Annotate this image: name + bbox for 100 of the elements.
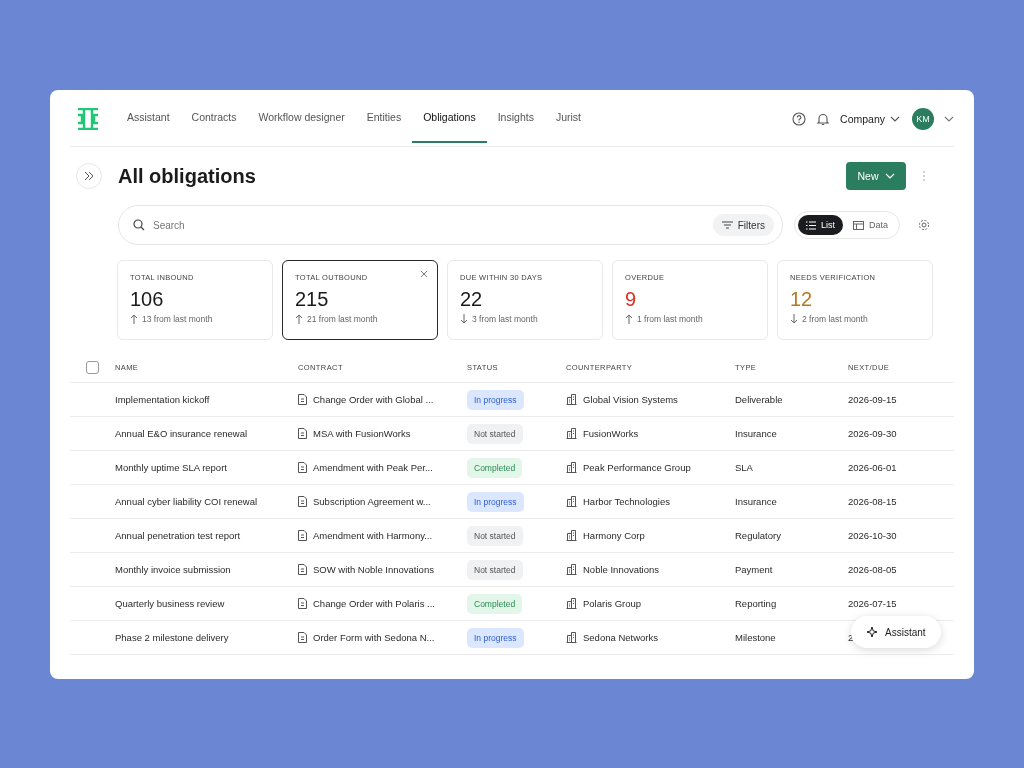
table-cell: MSA with FusionWorks — [313, 428, 411, 439]
new-button[interactable]: New — [846, 162, 906, 190]
chevron-down-icon — [890, 115, 900, 122]
table-cell: Harbor Technologies — [583, 496, 670, 507]
view-tab[interactable]: Data — [845, 215, 897, 235]
table-cell: Quarterly business review — [115, 598, 225, 609]
table-cell: 2026-09-15 — [848, 394, 897, 405]
table-cell: Polaris Group — [583, 598, 642, 609]
table-cell: FusionWorks — [583, 428, 639, 439]
table-cell: Phase 2 milestone delivery — [115, 632, 229, 643]
status-label: In progress — [467, 389, 524, 410]
stat-change: 1 from last month — [637, 314, 703, 324]
filters-button[interactable]: Filters — [712, 214, 774, 236]
table-cell: Sedona Networks — [583, 632, 658, 643]
table-cell: Amendment with Peak Per... — [313, 462, 433, 473]
document-icon — [298, 428, 307, 439]
building-icon — [566, 428, 577, 439]
table-cell: Annual penetration test report — [115, 530, 241, 541]
table-cell: Reporting — [735, 598, 777, 609]
table-cell: Monthly invoice submission — [115, 564, 231, 575]
nav-tab[interactable]: Insights — [486, 107, 545, 143]
table-cell: 2026-10-30 — [848, 530, 897, 541]
expand-sidebar-button[interactable] — [76, 163, 102, 189]
stat-value: 215 — [295, 288, 330, 311]
filter-icon — [721, 221, 733, 229]
table-cell: Amendment with Harmony... — [313, 530, 433, 541]
table-cell: 2026-09-30 — [848, 428, 897, 439]
table-cell: 2026-06-01 — [848, 462, 897, 473]
document-icon — [298, 496, 307, 507]
page-title: All obligations — [118, 164, 256, 188]
double-chevron-icon — [84, 171, 94, 181]
nav-tab[interactable]: Assistant — [116, 107, 181, 143]
nav-tab[interactable]: Jurist — [544, 107, 592, 143]
table-cell: Insurance — [735, 428, 777, 439]
chevron-down-icon[interactable] — [944, 115, 954, 122]
table-cell: Annual E&O insurance renewal — [115, 428, 248, 439]
nav-tab[interactable]: Workflow designer — [247, 107, 356, 143]
status-label: In progress — [467, 491, 524, 512]
stat-value: 9 — [625, 288, 638, 311]
stat-change: 13 from last month — [142, 314, 213, 324]
building-icon — [566, 598, 577, 609]
table-cell: Regulatory — [735, 530, 781, 541]
building-icon — [566, 632, 577, 643]
stat-value: 106 — [130, 288, 165, 311]
table-cell: 2026-08-05 — [848, 564, 897, 575]
sparkle-icon — [866, 626, 878, 638]
search-icon — [133, 219, 145, 231]
table-cell: Harmony Corp — [583, 530, 645, 541]
status-label: Completed — [467, 457, 523, 478]
table-cell: Peak Performance Group — [583, 462, 691, 473]
stat-value: 12 — [790, 288, 814, 311]
stat-value: 22 — [460, 288, 484, 311]
status-label: Not started — [467, 559, 523, 580]
table-cell: SLA — [735, 462, 753, 473]
bell-icon[interactable] — [816, 111, 831, 126]
document-icon — [298, 564, 307, 575]
chevron-down-icon — [884, 173, 895, 179]
building-icon — [566, 530, 577, 541]
status-label: In progress — [467, 627, 524, 648]
stat-change: 21 from last month — [307, 314, 378, 324]
document-icon — [298, 598, 307, 609]
document-icon — [298, 632, 307, 643]
building-icon — [566, 564, 577, 575]
status-label: Not started — [467, 423, 523, 444]
stat-change: 2 from last month — [802, 314, 868, 324]
building-icon — [566, 462, 577, 473]
building-icon — [566, 394, 577, 405]
list-icon — [806, 220, 816, 230]
view-tab[interactable]: List — [798, 215, 843, 235]
close-icon[interactable] — [420, 270, 428, 278]
table-cell: Noble Innovations — [583, 564, 660, 575]
user-avatar[interactable]: KM — [912, 107, 934, 130]
table-cell: Deliverable — [735, 394, 783, 405]
status-label: Not started — [467, 525, 523, 546]
select-all-checkbox[interactable] — [86, 361, 99, 374]
table-cell: Implementation kickoff — [115, 394, 210, 405]
table-cell: Change Order with Global ... — [313, 394, 434, 405]
table-cell: Subscription Agreement w... — [313, 496, 431, 507]
table-cell: Change Order with Polaris ... — [313, 598, 435, 609]
nav-tab[interactable]: Entities — [355, 107, 413, 143]
table-cell: 2026-08-15 — [848, 496, 897, 507]
settings-icon[interactable] — [918, 219, 931, 231]
table-cell: Annual cyber liability COI renewal — [115, 496, 258, 507]
table-cell: Payment — [735, 564, 773, 575]
help-icon[interactable] — [792, 111, 807, 126]
table-icon — [853, 220, 864, 230]
company-menu[interactable]: Company — [840, 112, 900, 125]
document-icon — [298, 530, 307, 541]
stat-change: 3 from last month — [472, 314, 538, 324]
table-cell: Insurance — [735, 496, 777, 507]
table-cell: Global Vision Systems — [583, 394, 678, 405]
status-label: Completed — [467, 593, 523, 614]
document-icon — [298, 394, 307, 405]
building-icon — [566, 496, 577, 507]
table-cell: Monthly uptime SLA report — [115, 462, 227, 473]
nav-tab[interactable]: Contracts — [180, 107, 248, 143]
table-cell: Order Form with Sedona N... — [313, 632, 435, 643]
nav-tab[interactable]: Obligations — [412, 107, 487, 143]
table-cell: Milestone — [735, 632, 776, 643]
table-cell: 2026-07-15 — [848, 598, 897, 609]
